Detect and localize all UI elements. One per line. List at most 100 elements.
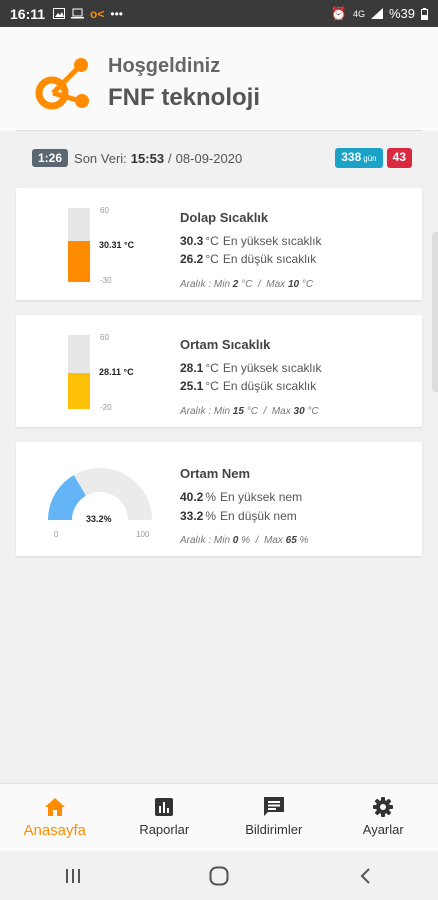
days-unit: gün (363, 154, 377, 163)
battery-icon (421, 7, 428, 20)
scale-max: 100 (136, 530, 150, 539)
low-stat: 26.2 °C En düşük sıcaklık (180, 252, 316, 266)
thermometer-fill (68, 373, 90, 409)
days-value: 338 (341, 150, 362, 164)
company-name: FNF teknoloji (108, 84, 260, 111)
range-max: 65 (285, 535, 297, 546)
sensor-card-dolap[interactable]: 60 30.31 °C -30 Dolap Sıcaklık 30.3 °C En … (16, 188, 422, 300)
nav-anasayfa[interactable]: Anasayfa (0, 784, 110, 851)
status-bar: 16:11 o< ••• ⏰ 4G %39 (0, 0, 438, 27)
app-logo-icon: o< (90, 6, 105, 21)
nav-label: Anasayfa (23, 822, 87, 839)
last-data-date: 08-09-2020 (175, 150, 243, 166)
message-icon (263, 796, 285, 818)
laptop-icon (71, 8, 85, 19)
status-icons-left: o< ••• (53, 7, 123, 21)
range-sep: / (263, 406, 267, 417)
high-stat: 30.3 °C En yüksek sıcaklık (180, 234, 322, 248)
alarm-icon: ⏰ (330, 5, 347, 21)
card-title: Dolap Sıcaklık (180, 210, 269, 225)
app-header: Hoşgeldiniz FNF teknoloji (0, 27, 438, 131)
range-min: 2 (232, 279, 239, 290)
low-stat: 25.1 °C En düşük sıcaklık (180, 379, 316, 393)
range-max-unit: °C (307, 406, 319, 417)
high-unit: °C (205, 361, 219, 375)
days-badge[interactable]: 338 gün (335, 148, 383, 168)
nav-ayarlar[interactable]: Ayarlar (329, 784, 438, 851)
alert-count-badge[interactable]: 43 (386, 148, 412, 168)
current-value: 28.11 °C (99, 367, 134, 377)
current-value: 33.2% (86, 514, 112, 524)
gear-icon (372, 796, 394, 818)
high-value: 28.1 (180, 361, 204, 375)
scale-max: 60 (100, 206, 109, 215)
high-label: En yüksek sıcaklık (222, 234, 322, 248)
nav-label: Bildirimler (245, 822, 303, 837)
system-nav-bar (0, 851, 438, 900)
low-value: 33.2 (180, 509, 204, 523)
nav-bildirimler[interactable]: Bildirimler (219, 784, 329, 851)
range-max-label: Max (263, 535, 283, 546)
back-icon[interactable] (335, 856, 395, 896)
sensor-card-ortam-nem[interactable]: 33.2% 0 100 Ortam Nem 40.2% En yüksek nem… (16, 442, 422, 556)
low-label: En düşük sıcaklık (222, 252, 317, 266)
thermometer-bar (68, 335, 90, 409)
range-max-label: Max (271, 406, 291, 417)
thermometer-bar (68, 208, 90, 282)
high-value: 30.3 (180, 234, 204, 248)
last-data-time: 15:53 (130, 150, 165, 166)
sensor-card-ortam-sicaklik[interactable]: 60 28.11 °C -20 Ortam Sıcaklık 28.1 °C En … (16, 315, 422, 427)
scale-min: -20 (100, 403, 112, 412)
scale-max: 60 (100, 333, 109, 342)
status-time: 16:11 (10, 5, 46, 22)
range-row: Aralık : Min 0 % / Max 65 % (180, 535, 308, 546)
high-label: En yüksek sıcaklık (222, 361, 322, 375)
card-title: Ortam Sıcaklık (180, 337, 271, 352)
range-min-unit: °C (246, 406, 258, 417)
low-unit: % (205, 509, 217, 523)
low-value: 26.2 (180, 252, 204, 266)
low-value: 25.1 (180, 379, 204, 393)
high-unit: % (205, 490, 217, 504)
signal-icon (370, 8, 383, 19)
range-sep: / (257, 279, 261, 290)
elapsed-badge: 1:26 (32, 149, 69, 167)
range-row: Aralık : Min 2 °C / Max 10 °C (180, 279, 313, 290)
scale-min: 0 (54, 530, 59, 539)
current-value: 30.31 °C (99, 240, 135, 250)
high-label: En yüksek nem (220, 490, 303, 504)
range-max: 10 (287, 279, 300, 290)
low-stat: 33.2% En düşük nem (180, 509, 297, 523)
date-separator: / (168, 150, 172, 166)
high-unit: °C (205, 234, 219, 248)
nav-label: Ayarlar (362, 822, 404, 837)
range-max-unit: % (299, 535, 309, 546)
fnf-logo-icon (35, 58, 89, 110)
header-divider (16, 130, 422, 131)
bottom-nav: Anasayfa Raporlar Bildirimler Ayarlar (0, 783, 438, 851)
edge-panel-handle[interactable] (432, 232, 438, 392)
range-min: 15 (232, 406, 244, 417)
range-min: 0 (232, 535, 239, 546)
status-icons-right: ⏰ 4G %39 (331, 6, 428, 22)
range-max-unit: °C (301, 279, 314, 290)
image-icon (53, 8, 66, 19)
home-circle-icon[interactable] (189, 856, 249, 896)
chart-icon (153, 796, 175, 818)
scale-min: -30 (100, 276, 112, 285)
nav-raporlar[interactable]: Raporlar (110, 784, 220, 851)
nav-label: Raporlar (139, 822, 190, 837)
range-sep: / (255, 535, 259, 546)
welcome-text: Hoşgeldiniz (108, 55, 221, 77)
low-label: En düşük nem (220, 509, 297, 523)
high-stat: 40.2% En yüksek nem (180, 490, 302, 504)
recent-apps-icon[interactable] (43, 856, 103, 896)
range-max: 30 (293, 406, 305, 417)
home-icon (44, 796, 66, 818)
range-max-label: Max (266, 279, 286, 290)
high-stat: 28.1 °C En yüksek sıcaklık (180, 361, 322, 375)
range-label: Aralık : Min (180, 406, 231, 417)
low-unit: °C (205, 379, 219, 393)
last-data-row: 1:26 Son Veri: 15:53 / 08-09-2020 338 gün… (32, 148, 412, 168)
battery-text: %39 (388, 6, 415, 21)
